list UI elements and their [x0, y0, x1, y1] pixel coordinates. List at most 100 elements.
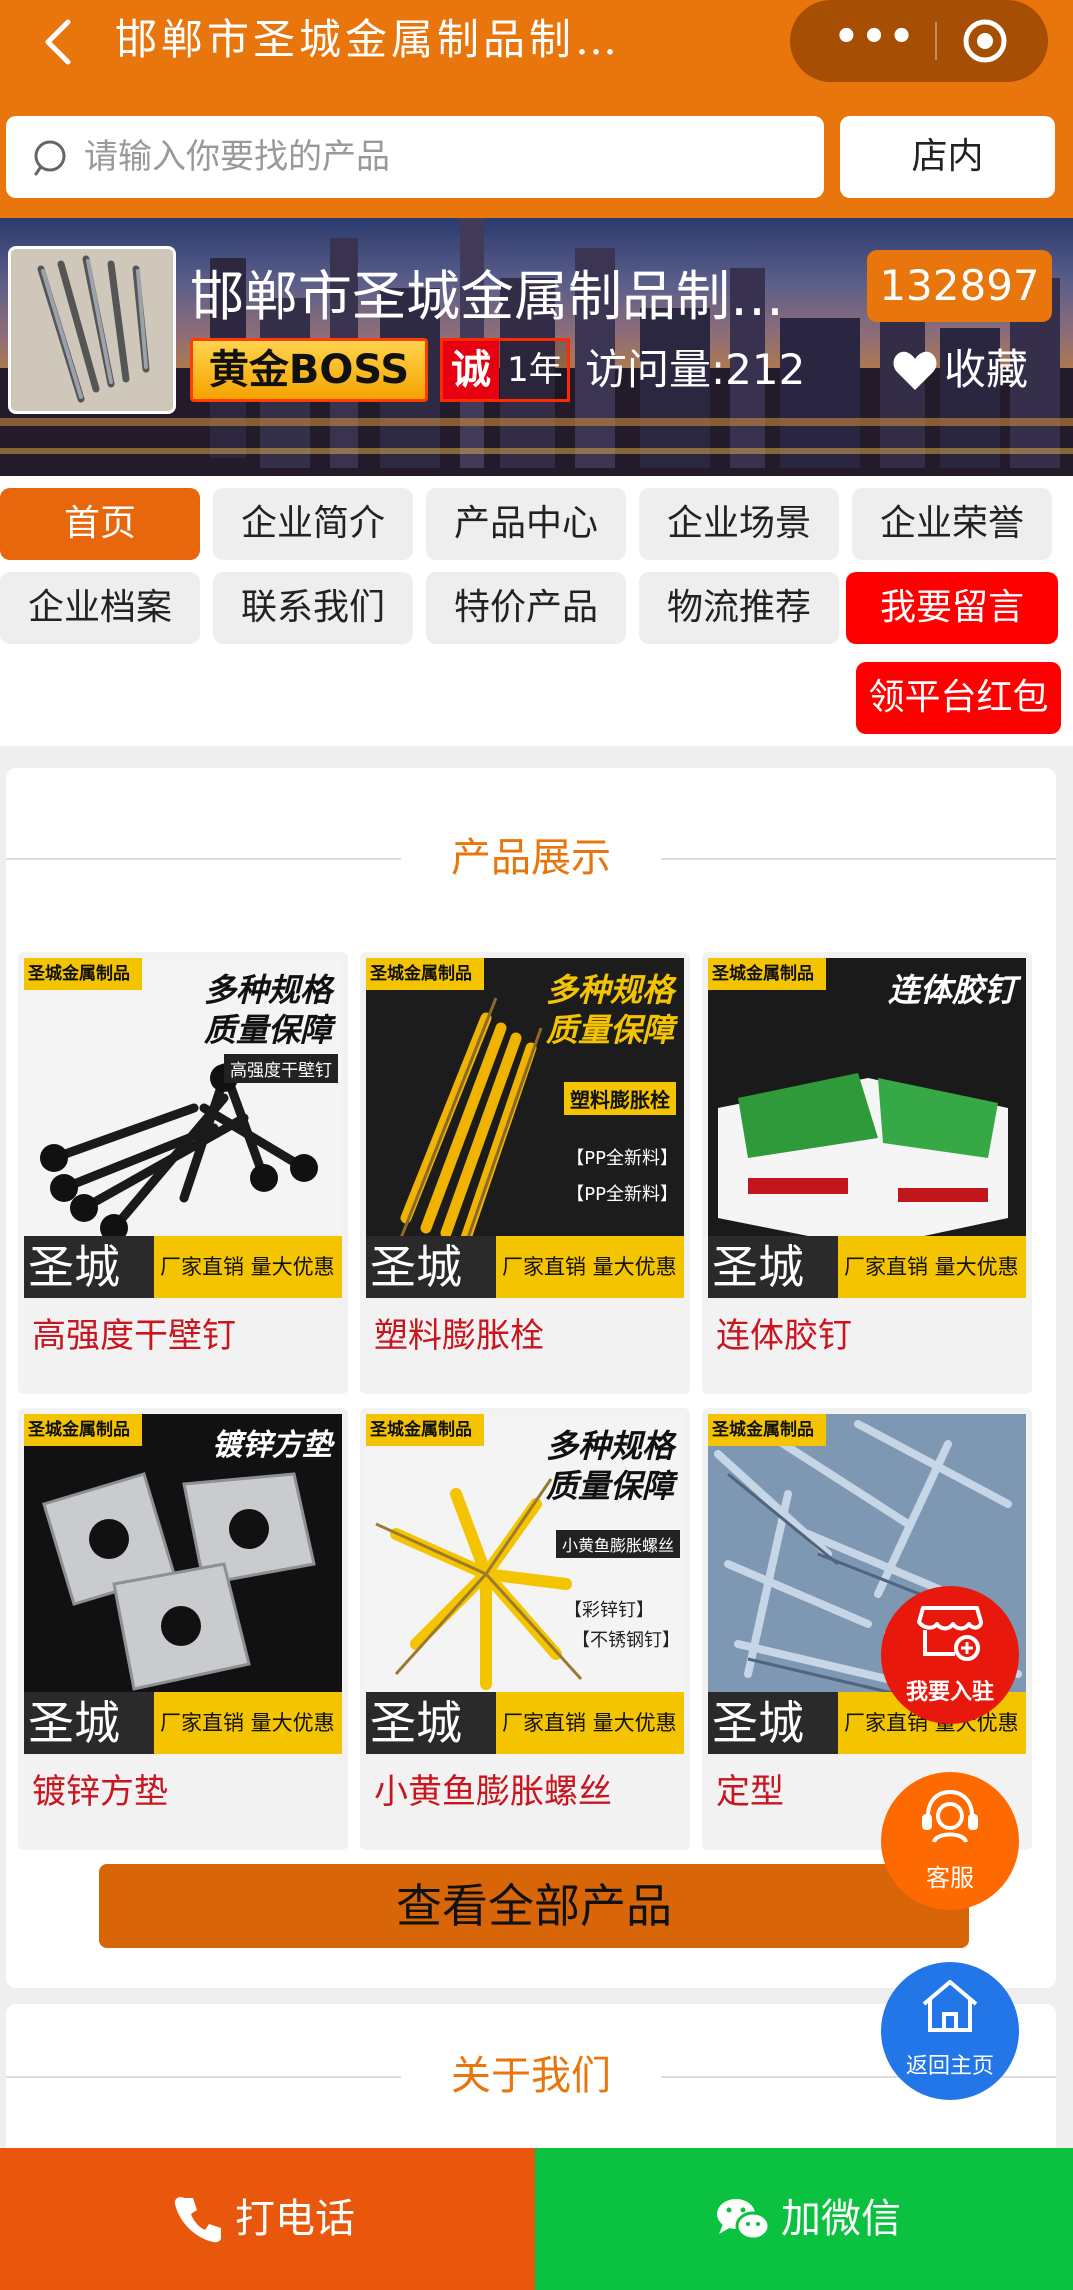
nav-contact[interactable]: 联系我们: [213, 572, 413, 644]
mini-program-capsule: •••: [790, 0, 1048, 82]
add-wechat-button[interactable]: 加微信: [535, 2148, 1073, 2290]
join-label: 我要入驻: [905, 1680, 994, 1705]
image-slogan: 连体胶钉: [887, 971, 1016, 1009]
back-arrow-icon[interactable]: [30, 12, 90, 72]
product-name: 塑料膨胀栓: [374, 1316, 544, 1356]
nav-leave-message[interactable]: 我要留言: [846, 572, 1058, 644]
image-tag: 【PP全新料】: [566, 1184, 678, 1205]
image-bottom-bar: 圣城 厂家直销 量大优惠: [708, 1236, 1026, 1298]
image-brand-tag: 圣城金属制品: [366, 1414, 484, 1446]
image-brand-tag: 圣城金属制品: [708, 1414, 826, 1446]
headset-icon: [922, 1789, 978, 1843]
image-slogan: 镀锌方垫: [212, 1428, 332, 1463]
service-label: 客服: [926, 1864, 974, 1892]
back-home-label: 返回主页: [905, 2054, 994, 2079]
nav-honors[interactable]: 企业荣誉: [852, 488, 1052, 560]
search-bar: [6, 116, 824, 198]
nav-archive[interactable]: 企业档案: [0, 572, 200, 644]
credit-icon: 诚: [443, 341, 499, 399]
image-bottom-bar: 圣城 厂家直销 量大优惠: [366, 1692, 684, 1754]
top-header: 邯郸市圣城金属制品制… ••• 店内: [0, 0, 1073, 218]
nav-company-intro[interactable]: 企业简介: [213, 488, 413, 560]
image-bottom-bar: 圣城 厂家直销 量大优惠: [24, 1236, 342, 1298]
view-all-products-button[interactable]: 查看全部产品: [99, 1864, 969, 1948]
image-brand: 圣城: [708, 1236, 838, 1298]
product-image: 圣城金属制品 多种规格 质量保障 小黄鱼膨胀螺丝 【彩锌钉】 【不锈钢钉】 圣城…: [366, 1414, 684, 1754]
store-nav: 首页 企业简介 产品中心 企业场景 企业荣誉 企业档案 联系我们 特价产品 物流…: [0, 476, 1073, 746]
product-card[interactable]: 圣城金属制品 镀锌方垫 圣城 厂家直销 量大优惠 镀锌方垫: [18, 1408, 348, 1850]
image-promo: 厂家直销 量大优惠: [838, 1236, 1026, 1298]
call-button[interactable]: 打电话: [0, 2148, 535, 2290]
anchor-bolts-image: [11, 249, 173, 411]
join-button[interactable]: 我要入驻: [881, 1586, 1019, 1724]
favorite-label: 收藏: [944, 345, 1029, 394]
search-icon: [34, 140, 66, 176]
wechat-label: 加微信: [781, 2196, 901, 2242]
back-home-button[interactable]: 返回主页: [881, 1962, 1019, 2100]
home-icon: [922, 1980, 978, 2032]
nav-products[interactable]: 产品中心: [426, 488, 626, 560]
bottom-action-bar: 打电话 加微信: [0, 2148, 1073, 2290]
store-banner: 邯郸市圣城金属制品制… 132897 黄金BOSS 诚 1年 访问量:212 收…: [0, 218, 1073, 476]
image-slogan: 多种规格 质量保障: [545, 971, 674, 1049]
heart-icon: [893, 351, 937, 390]
nav-logistics[interactable]: 物流推荐: [639, 572, 839, 644]
target-icon[interactable]: [960, 16, 1010, 66]
image-subtag: 塑料膨胀栓: [564, 1082, 676, 1115]
company-name: 邯郸市圣城金属制品制…: [190, 265, 784, 328]
image-promo: 厂家直销 量大优惠: [154, 1236, 342, 1298]
product-name: 连体胶钉: [716, 1316, 852, 1356]
membership-badge: 黄金BOSS: [190, 338, 428, 402]
wechat-icon: [717, 2199, 771, 2241]
credit-years: 1年: [507, 350, 563, 390]
image-slogan: 多种规格 质量保障: [203, 971, 332, 1049]
image-brand: 圣城: [24, 1236, 154, 1298]
search-scope-button[interactable]: 店内: [840, 116, 1055, 198]
credit-badge: 诚 1年: [440, 338, 570, 402]
image-brand: 圣城: [366, 1236, 496, 1298]
nav-specials[interactable]: 特价产品: [426, 572, 626, 644]
image-promo: 厂家直销 量大优惠: [496, 1692, 684, 1754]
capsule-divider: [935, 22, 937, 60]
more-dots-icon[interactable]: •••: [830, 17, 920, 60]
nav-home[interactable]: 首页: [0, 488, 200, 560]
image-brand: 圣城: [708, 1692, 838, 1754]
store-id-badge: 132897: [867, 250, 1052, 322]
search-input[interactable]: [84, 126, 804, 188]
product-image: 圣城金属制品 镀锌方垫 圣城 厂家直销 量大优惠: [24, 1414, 342, 1754]
image-brand-tag: 圣城金属制品: [24, 958, 142, 990]
image-subtag: 小黄鱼膨胀螺丝: [555, 1530, 680, 1558]
customer-service-button[interactable]: 客服: [881, 1772, 1019, 1910]
image-bottom-bar: 圣城 厂家直销 量大优惠: [24, 1692, 342, 1754]
image-brand-tag: 圣城金属制品: [708, 958, 826, 990]
image-bottom-bar: 圣城 厂家直销 量大优惠: [366, 1236, 684, 1298]
product-name: 小黄鱼膨胀螺丝: [374, 1772, 612, 1812]
visit-counter: 访问量:212: [585, 345, 806, 394]
image-tag: 【彩锌钉】: [564, 1600, 654, 1621]
image-brand: 圣城: [24, 1692, 154, 1754]
image-promo: 厂家直销 量大优惠: [154, 1692, 342, 1754]
product-image: 圣城金属制品 多种规格 质量保障 高强度干壁钉 圣城 厂家直销 量大优惠: [24, 958, 342, 1298]
product-image: 圣城金属制品 多种规格 质量保障 塑料膨胀栓 【PP全新料】 【PP全新料】 圣…: [366, 958, 684, 1298]
image-brand: 圣城: [366, 1692, 496, 1754]
image-slogan: 多种规格 质量保障: [545, 1427, 674, 1505]
nav-red-packet[interactable]: 领平台红包: [856, 662, 1061, 734]
call-label: 打电话: [235, 2196, 355, 2242]
phone-icon: [174, 2197, 221, 2243]
image-brand-tag: 圣城金属制品: [366, 958, 484, 990]
store-logo-image[interactable]: [8, 246, 176, 414]
product-card[interactable]: 圣城金属制品 连体胶钉 圣城 厂家直销 量大优惠 连体胶钉: [702, 952, 1032, 1394]
product-card[interactable]: 圣城金属制品 多种规格 质量保障 塑料膨胀栓 【PP全新料】 【PP全新料】 圣…: [360, 952, 690, 1394]
product-name: 高强度干壁钉: [32, 1316, 236, 1356]
page-title: 邯郸市圣城金属制品制…: [115, 15, 622, 64]
image-brand-tag: 圣城金属制品: [24, 1414, 142, 1446]
section-title: 产品展示: [451, 835, 611, 881]
store-icon: [917, 1606, 983, 1661]
product-card[interactable]: 圣城金属制品 多种规格 质量保障 高强度干壁钉 圣城 厂家直销 量大优惠 高强度…: [18, 952, 348, 1394]
product-name: 定型: [716, 1772, 784, 1812]
product-name: 镀锌方垫: [32, 1772, 168, 1812]
product-image: 圣城金属制品 连体胶钉 圣城 厂家直销 量大优惠: [708, 958, 1026, 1298]
nav-scenes[interactable]: 企业场景: [639, 488, 839, 560]
product-card[interactable]: 圣城金属制品 多种规格 质量保障 小黄鱼膨胀螺丝 【彩锌钉】 【不锈钢钉】 圣城…: [360, 1408, 690, 1850]
image-subtag: 高强度干壁钉: [224, 1054, 338, 1083]
